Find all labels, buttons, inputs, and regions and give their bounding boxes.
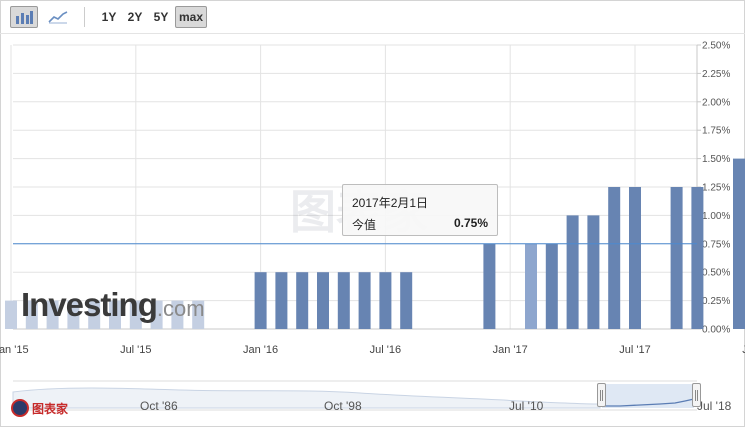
bar	[691, 187, 704, 329]
x-tick-label: Jan '17	[493, 344, 528, 356]
x-tick-label: Jan '15	[0, 344, 29, 356]
bar	[337, 272, 350, 329]
bar	[400, 272, 413, 329]
y-tick-label: 0.25%	[702, 296, 730, 307]
logo-suffix: .com	[156, 296, 205, 321]
logo-main: Investing	[21, 286, 158, 323]
navigator-label: Jul '10	[509, 399, 544, 413]
y-tick-label: 2.00%	[702, 97, 730, 108]
bar	[254, 272, 267, 329]
bar	[358, 272, 371, 329]
y-tick-label: 1.25%	[702, 183, 730, 194]
navigator-label: Oct '98	[324, 399, 362, 413]
y-tick-label: 0.00%	[702, 325, 730, 336]
bar	[5, 300, 17, 329]
bar	[483, 243, 496, 329]
data-tooltip: 2017年2月1日 今值 0.75%	[342, 184, 498, 236]
x-tick-label: Jul '15	[120, 344, 151, 356]
y-tick-label: 0.75%	[702, 239, 730, 250]
tooltip-date: 2017年2月1日	[352, 196, 429, 210]
y-tick-label: 1.75%	[702, 126, 730, 137]
bar	[296, 272, 309, 329]
bar	[379, 272, 392, 329]
watermark-logo-icon	[11, 399, 29, 417]
bar	[733, 158, 745, 329]
bar	[525, 243, 537, 329]
y-tick-label: 2.25%	[702, 69, 730, 80]
x-tick-label: Jul '17	[619, 344, 650, 356]
x-tick-label: Jul '16	[370, 344, 401, 356]
bar	[670, 187, 683, 329]
investing-logo: Investing.com	[21, 288, 205, 326]
navigator-left-handle[interactable]	[597, 383, 606, 407]
watermark-text: 图表家	[32, 401, 69, 416]
navigator-label: Jul '18	[697, 399, 732, 413]
y-tick-label: 1.50%	[702, 154, 730, 165]
x-tick-label: Jan '16	[243, 344, 278, 356]
bar	[608, 187, 621, 329]
y-tick-label: 0.50%	[702, 268, 730, 279]
bar	[317, 272, 329, 329]
navigator-label: Oct '86	[140, 399, 178, 413]
tooltip-label: 今值	[352, 218, 377, 232]
bar	[629, 187, 641, 329]
bar	[566, 215, 579, 329]
y-tick-label: 1.00%	[702, 211, 730, 222]
bar	[587, 215, 600, 329]
watermark-badge: 图表家	[11, 397, 91, 419]
navigator-right-handle[interactable]	[692, 383, 701, 407]
y-tick-label: 2.50%	[702, 41, 730, 52]
bar	[275, 272, 288, 329]
tooltip-value: 0.75%	[453, 216, 488, 230]
bar	[545, 243, 558, 329]
